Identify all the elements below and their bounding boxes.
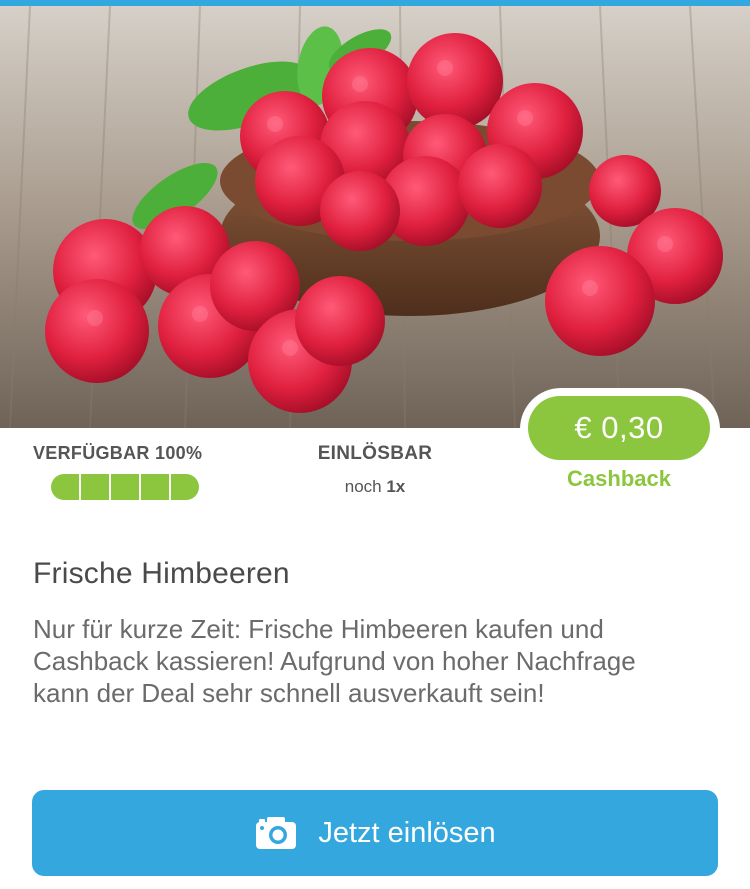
camera-icon — [254, 815, 298, 851]
availability-value: 100% — [155, 443, 203, 463]
deal-title: Frische Himbeeren — [33, 557, 290, 590]
redeemable-prefix: noch — [344, 477, 382, 496]
redeem-button[interactable]: Jetzt einlösen — [32, 790, 718, 876]
availability-progress-bar — [51, 474, 199, 500]
availability-segment — [171, 474, 199, 500]
deal-hero-image — [0, 6, 750, 428]
availability-text: VERFÜGBAR — [33, 443, 150, 463]
availability-segment — [111, 474, 141, 500]
cashback-amount-badge: € 0,30 — [528, 396, 710, 460]
redeemable-label: EINLÖSBAR — [317, 443, 433, 464]
cashback-label: Cashback — [567, 466, 671, 491]
redeemable-count: noch 1x — [300, 477, 450, 497]
deal-description: Nur für kurze Zeit: Frische Himbeeren ka… — [33, 614, 636, 708]
redeemable-value: 1x — [386, 477, 406, 496]
availability-segment — [51, 474, 81, 500]
redeem-button-label: Jetzt einlösen — [318, 816, 496, 849]
availability-segment — [141, 474, 171, 500]
cashback-amount: € 0,30 — [574, 410, 664, 445]
availability-segment — [81, 474, 111, 500]
availability-label: VERFÜGBAR 100% — [33, 443, 202, 464]
